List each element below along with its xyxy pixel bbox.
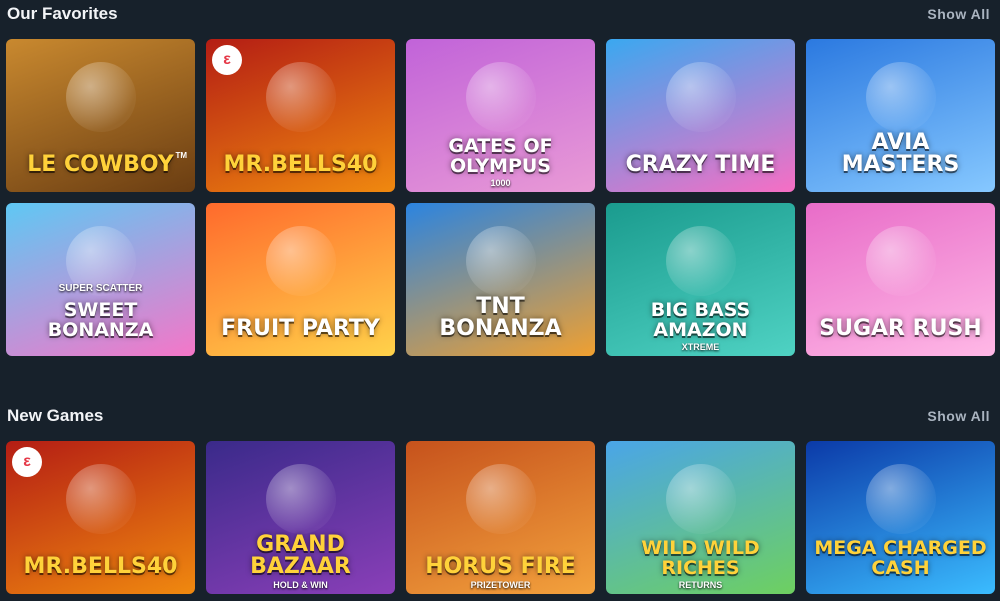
game-title: TNT Bonanza (439, 294, 562, 341)
game-tile[interactable]: Wild Wild Riches Returns (606, 441, 795, 594)
game-tile[interactable]: Big Bass Amazon Xtreme (606, 203, 795, 356)
new-games-header: New Games Show All (0, 402, 1000, 430)
game-title: Sugar Rush (819, 316, 982, 341)
favorites-title: Our Favorites (7, 4, 118, 23)
game-tile[interactable]: Fruit Party (206, 203, 395, 356)
game-title: Avia Masters (841, 130, 960, 177)
game-tile[interactable]: ε Mr.Bells40 (206, 39, 395, 192)
game-tile[interactable]: ε Mr.Bells40 (6, 441, 195, 594)
new-games-grid: ε Mr.Bells40 Grand Bazaar Hold & Win Horus F… (6, 441, 995, 594)
favorites-section: Our Favorites Show All Le Cowboy TM ε Mr.Be… (0, 0, 1000, 356)
game-title: Le Cowboy (27, 152, 174, 177)
game-tile[interactable]: Gates of Olympus 1000 (406, 39, 595, 192)
new-games-show-all-link[interactable]: Show All (927, 408, 990, 424)
new-games-title: New Games (7, 406, 104, 425)
favorites-show-all-link[interactable]: Show All (927, 6, 990, 22)
game-subtitle: Xtreme (681, 342, 720, 352)
game-tile[interactable]: Crazy Time (606, 39, 795, 192)
game-tile[interactable]: Sugar Rush (806, 203, 995, 356)
favorites-grid: Le Cowboy TM ε Mr.Bells40 Gates of Olympus 10… (6, 39, 995, 356)
trademark-mark: TM (175, 151, 187, 160)
game-tile[interactable]: Le Cowboy TM (6, 39, 195, 192)
favorites-header: Our Favorites Show All (0, 0, 1000, 28)
game-title: Mega Charged Cash (814, 537, 987, 579)
game-subtitle: 1000 (490, 178, 511, 188)
game-tile[interactable]: Avia Masters (806, 39, 995, 192)
game-title: Mr.Bells40 (223, 152, 378, 177)
game-title: Mr.Bells40 (23, 554, 178, 579)
game-title-prefix: Super Scatter (58, 283, 143, 294)
game-subtitle: Hold & Win (273, 580, 328, 590)
game-title: Crazy Time (625, 152, 776, 177)
game-subtitle: PrizeTower (470, 580, 531, 590)
game-tile[interactable]: Super Scatter Sweet Bonanza (6, 203, 195, 356)
game-title: Sweet Bonanza (47, 299, 154, 341)
new-games-section: New Games Show All ε Mr.Bells40 Grand Baza… (0, 402, 1000, 594)
game-subtitle: Returns (678, 580, 723, 590)
game-title: Wild Wild Riches (641, 537, 760, 579)
game-title: Grand Bazaar (250, 532, 351, 579)
game-title: Gates of Olympus (448, 135, 553, 177)
provider-badge-icon: ε (212, 45, 242, 75)
game-title: Horus Fire (425, 554, 576, 579)
game-tile[interactable]: Grand Bazaar Hold & Win (206, 441, 395, 594)
provider-badge-icon: ε (12, 447, 42, 477)
game-title: Fruit Party (221, 316, 380, 341)
game-tile[interactable]: Mega Charged Cash (806, 441, 995, 594)
game-tile[interactable]: TNT Bonanza (406, 203, 595, 356)
game-tile[interactable]: Horus Fire PrizeTower (406, 441, 595, 594)
game-title: Big Bass Amazon (650, 299, 751, 341)
